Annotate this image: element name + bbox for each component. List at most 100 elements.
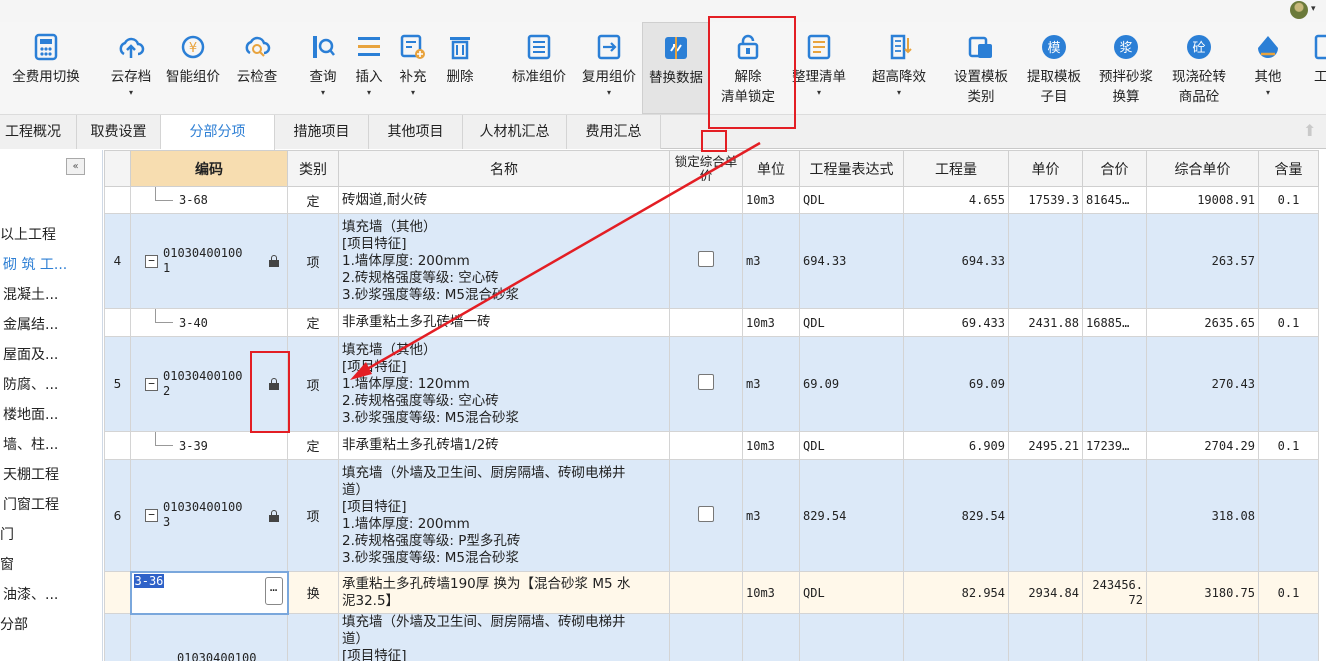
column-header-content[interactable]: 含量 (1258, 150, 1319, 187)
quantity-cell[interactable]: 82.954 (903, 571, 1009, 614)
sidebar-item[interactable]: 分部 (0, 614, 28, 634)
name-cell[interactable]: 填充墙（外墙及卫生间、厨房隔墙、砖砌电梯井 道） [项目特征] (338, 613, 670, 661)
quantity-cell[interactable]: 4.655 (903, 186, 1009, 214)
full-cost-switch-button[interactable]: 全费用切换 (0, 22, 92, 114)
total-price-cell[interactable]: 17239… (1082, 431, 1147, 460)
name-cell[interactable]: 填充墙（其他） [项目特征] 1.墙体厚度: 120mm 2.砖规格强度等级: … (338, 336, 670, 432)
sidebar-item[interactable]: 砌 筑 工... (3, 254, 67, 274)
unit-price-cell[interactable] (1008, 336, 1083, 432)
ellipsis-button[interactable]: ⋯ (264, 576, 283, 605)
tab-labor-material-summary[interactable]: 人材机汇总 (463, 115, 567, 149)
table-row[interactable]: 3-36 ⋯ 换 承重粘土多孔砖墙190厚 换为【混合砂浆 M5 水 泥32.5… (104, 570, 1319, 615)
lock-price-cell[interactable] (669, 336, 743, 432)
content-cell[interactable] (1258, 613, 1319, 661)
query-button[interactable]: 查询 ▾ (304, 22, 342, 114)
table-row[interactable]: 01030400100 填充墙（外墙及卫生间、厨房隔墙、砖砌电梯井 道） [项目… (104, 613, 1319, 661)
scroll-up-icon[interactable]: ⬆ (1303, 121, 1319, 140)
content-cell[interactable]: 0.1 (1258, 431, 1319, 460)
total-price-cell[interactable] (1082, 336, 1147, 432)
sidebar-item[interactable]: 金属结... (3, 314, 58, 334)
cloud-check-button[interactable]: 云检查 (230, 22, 284, 114)
unit-price-cell[interactable]: 2495.21 (1008, 431, 1083, 460)
sidebar-item[interactable]: 门 (0, 524, 14, 544)
smart-price-button[interactable]: ¥ 智能组价 (160, 22, 226, 114)
code-cell[interactable]: −01030400100 1 (130, 213, 288, 309)
content-cell[interactable] (1258, 336, 1319, 432)
quantity-cell[interactable]: 69.433 (903, 308, 1009, 337)
column-header-quantity[interactable]: 工程量 (903, 150, 1009, 187)
type-cell[interactable]: 换 (287, 571, 339, 614)
code-cell[interactable]: 3-68 (130, 186, 288, 214)
total-price-cell[interactable]: 243456. 72 (1082, 571, 1147, 614)
other-button[interactable]: 其他 ▾ (1244, 22, 1292, 114)
column-header-lock-price[interactable]: 锁定综合单价 (669, 150, 743, 187)
name-cell[interactable]: 填充墙（其他） [项目特征] 1.墙体厚度: 200mm 2.砖规格强度等级: … (338, 213, 670, 309)
total-price-cell[interactable] (1082, 213, 1147, 309)
collapse-toggle-icon[interactable]: − (145, 377, 158, 391)
chevron-down-icon[interactable]: ▾ (1244, 88, 1292, 97)
column-header-composite-price[interactable]: 综合单价 (1146, 150, 1259, 187)
chevron-down-icon[interactable]: ▾ (576, 88, 642, 97)
content-cell[interactable]: 0.1 (1258, 186, 1319, 214)
expression-cell[interactable]: QDL (799, 431, 904, 460)
column-header-type[interactable]: 类别 (287, 150, 339, 187)
code-cell[interactable]: 01030400100 (130, 613, 288, 661)
tab-other-items[interactable]: 其他项目 (369, 115, 463, 149)
total-price-cell[interactable]: 16885… (1082, 308, 1147, 337)
code-cell[interactable]: −01030400100 3 (130, 459, 288, 572)
chevron-down-icon[interactable]: ▾ (350, 88, 388, 97)
unit-cell[interactable]: m3 (742, 459, 800, 572)
unit-cell[interactable]: 10m3 (742, 308, 800, 337)
lock-price-checkbox[interactable] (698, 374, 714, 390)
unit-cell[interactable] (742, 613, 800, 661)
lock-price-cell[interactable] (669, 213, 743, 309)
chevron-down-icon[interactable]: ▾ (304, 88, 342, 97)
chevron-down-icon[interactable]: ▾ (106, 88, 156, 97)
lock-price-cell[interactable] (669, 308, 743, 337)
sidebar-item[interactable]: 窗 (0, 554, 14, 574)
lock-price-cell[interactable] (669, 571, 743, 614)
sidebar-item[interactable]: 楼地面... (3, 404, 58, 424)
column-header-name[interactable]: 名称 (338, 150, 670, 187)
mortar-convert-button[interactable]: 浆 预拌砂浆 换算 (1092, 22, 1160, 114)
composite-price-cell[interactable]: 2704.29 (1146, 431, 1259, 460)
quantity-cell[interactable] (903, 613, 1009, 661)
composite-price-cell[interactable]: 270.43 (1146, 336, 1259, 432)
cloud-save-button[interactable]: 云存档 ▾ (106, 22, 156, 114)
unit-cell[interactable]: 10m3 (742, 571, 800, 614)
delete-button[interactable]: 删除 (440, 22, 480, 114)
collapse-toggle-icon[interactable]: − (145, 508, 158, 522)
chevron-down-icon[interactable]: ▾ (1311, 4, 1316, 14)
name-cell[interactable]: 承重粘土多孔砖墙190厚 换为【混合砂浆 M5 水 泥32.5】 (338, 571, 670, 614)
table-row[interactable]: 3-39 定 非承重粘土多孔砖墙1/2砖 10m3 QDL 6.909 2495… (104, 431, 1319, 460)
column-header-unit-price[interactable]: 单价 (1008, 150, 1083, 187)
total-price-cell[interactable] (1082, 459, 1147, 572)
expression-cell[interactable]: QDL (799, 186, 904, 214)
table-row[interactable]: 3-68 定 砖烟道,耐火砖 10m3 QDL 4.655 17539.3 81… (104, 186, 1319, 214)
template-category-button[interactable]: 设置模板 类别 (946, 22, 1016, 114)
tab-measures[interactable]: 措施项目 (275, 115, 369, 149)
lock-price-checkbox[interactable] (698, 251, 714, 267)
unit-price-cell[interactable]: 2431.88 (1008, 308, 1083, 337)
sidebar-item[interactable]: 门窗工程 (3, 494, 59, 514)
type-cell[interactable]: 项 (287, 213, 339, 309)
lock-price-cell[interactable] (669, 613, 743, 661)
unit-price-cell[interactable]: 2934.84 (1008, 571, 1083, 614)
total-price-cell[interactable] (1082, 613, 1147, 661)
composite-price-cell[interactable]: 2635.65 (1146, 308, 1259, 337)
table-row[interactable]: 4 −01030400100 1 项 填充墙（其他） [项目特征] 1.墙体厚度:… (104, 213, 1319, 309)
unit-price-cell[interactable] (1008, 459, 1083, 572)
user-avatar[interactable] (1290, 1, 1308, 19)
tools-button[interactable]: 工 (1302, 22, 1326, 114)
concrete-convert-button[interactable]: 砼 现浇砼转 商品砼 (1164, 22, 1234, 114)
code-edit-cell[interactable]: 3-36 ⋯ (129, 570, 289, 615)
column-header-quantity-expression[interactable]: 工程量表达式 (799, 150, 904, 187)
unit-cell[interactable]: m3 (742, 336, 800, 432)
sidebar-item[interactable]: 屋面及... (3, 344, 58, 364)
composite-price-cell[interactable] (1146, 613, 1259, 661)
unit-price-cell[interactable]: 17539.3 (1008, 186, 1083, 214)
code-input[interactable]: 3-36 (133, 573, 165, 588)
content-cell[interactable] (1258, 213, 1319, 309)
insert-button[interactable]: 插入 ▾ (350, 22, 388, 114)
collapse-toggle-icon[interactable]: − (145, 254, 158, 268)
